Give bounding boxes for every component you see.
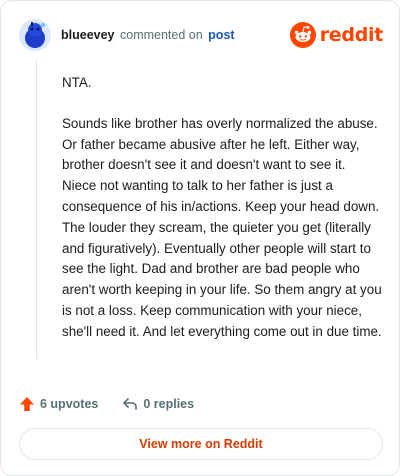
comment-meta: blueevey commented on post	[61, 28, 235, 42]
reddit-alien-icon	[289, 22, 316, 48]
post-link[interactable]: post	[208, 28, 234, 42]
reply-count: 0 replies	[143, 397, 195, 411]
comment-body: NTA. Sounds like brother has overly norm…	[62, 73, 382, 363]
upvote-arrow-icon	[20, 397, 34, 411]
reddit-logo[interactable]: reddit	[289, 21, 384, 49]
reply-arrow-icon	[123, 398, 138, 410]
upvote-button[interactable]: 6 upvotes	[19, 396, 98, 412]
replies-button[interactable]: 0 replies	[122, 396, 194, 412]
comment-paragraph: NTA.	[62, 75, 92, 90]
reddit-wordmark: reddit	[319, 24, 384, 46]
reddit-comment-embed: blueevey commented on post reddit NTA. S…	[0, 0, 400, 476]
avatar-icon	[19, 19, 51, 51]
comment-header: blueevey commented on post reddit	[19, 17, 383, 53]
action-text: commented on	[120, 28, 203, 42]
thread-line	[36, 59, 37, 359]
upvote-count: 6 upvotes	[40, 397, 99, 411]
username-link[interactable]: blueevey	[61, 28, 115, 42]
user-avatar[interactable]	[19, 19, 51, 51]
view-more-button[interactable]: View more on Reddit	[19, 428, 383, 460]
comment-actions: 6 upvotes 0 replies	[19, 393, 194, 415]
comment-paragraph: Sounds like brother has overly normalize…	[62, 115, 382, 339]
